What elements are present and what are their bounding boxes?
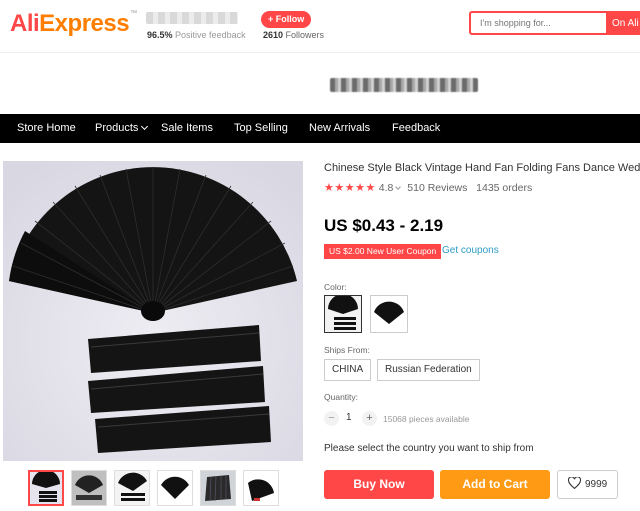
ships-from-russia[interactable]: Russian Federation <box>377 359 480 381</box>
store-banner <box>0 54 640 114</box>
positive-feedback: 96.5% Positive feedback <box>147 30 246 40</box>
nav-feedback[interactable]: Feedback <box>392 114 440 143</box>
search-input[interactable] <box>469 11 609 35</box>
follow-button[interactable]: + Follow <box>261 11 312 28</box>
reviews-count[interactable]: 510 Reviews <box>407 182 467 194</box>
star-rating-icon: ★★★★★ <box>324 182 376 194</box>
store-name-blurred[interactable] <box>146 12 238 24</box>
quantity-value[interactable]: 1 <box>346 412 352 423</box>
color-swatch-1[interactable] <box>324 295 362 333</box>
store-nav: Store Home Products Sale Items Top Selli… <box>0 114 640 143</box>
followers-count: 2610 Followers <box>263 30 325 40</box>
rating-row: ★★★★★ 4.8 510 Reviews 1435 orders <box>324 181 532 194</box>
get-coupons-link[interactable]: Get coupons <box>442 245 499 256</box>
heart-icon <box>567 476 582 490</box>
thumbnail-3[interactable] <box>114 470 150 506</box>
quantity-label: Quantity: <box>324 392 359 402</box>
color-label: Color: <box>324 282 347 292</box>
search-button[interactable]: On Ali <box>606 11 640 35</box>
chevron-down-icon[interactable] <box>395 184 402 190</box>
ships-from-china[interactable]: CHINA <box>324 359 372 381</box>
thumbnail-5[interactable] <box>200 470 236 506</box>
new-user-coupon-badge[interactable]: US $2.00 New User Coupon <box>324 244 442 259</box>
thumbnail-4[interactable] <box>157 470 193 506</box>
store-banner-title-blurred <box>330 78 478 92</box>
wishlist-count: 9999 <box>585 479 608 490</box>
thumbnail-1[interactable] <box>28 470 64 506</box>
aliexpress-logo[interactable]: AliExpress™ <box>10 10 137 38</box>
price-range: US $0.43 - 2.19 <box>324 216 444 235</box>
site-header: AliExpress™ 96.5% Positive feedback + Fo… <box>0 0 640 53</box>
thumbnail-6[interactable] <box>243 470 279 506</box>
wishlist-button[interactable]: 9999 <box>557 470 618 499</box>
available-stock: 15068 pieces available <box>383 414 470 424</box>
shipping-message: Please select the country you want to sh… <box>324 443 534 454</box>
nav-products[interactable]: Products <box>95 114 149 143</box>
color-swatch-2[interactable] <box>370 295 408 333</box>
thumbnail-2[interactable] <box>71 470 107 506</box>
product-main-image[interactable] <box>3 161 303 461</box>
chevron-down-icon <box>141 122 149 131</box>
buy-now-button[interactable]: Buy Now <box>324 470 434 499</box>
nav-new-arrivals[interactable]: New Arrivals <box>309 114 370 143</box>
product-title: Chinese Style Black Vintage Hand Fan Fol… <box>324 162 640 174</box>
nav-sale-items[interactable]: Sale Items <box>161 114 213 143</box>
orders-count: 1435 orders <box>476 182 533 194</box>
quantity-increase-button[interactable]: + <box>362 411 377 426</box>
nav-top-selling[interactable]: Top Selling <box>234 114 288 143</box>
ships-from-label: Ships From: <box>324 345 370 355</box>
quantity-decrease-button[interactable]: − <box>324 411 339 426</box>
add-to-cart-button[interactable]: Add to Cart <box>440 470 550 499</box>
folding-fan-image <box>3 161 303 461</box>
rating-value: 4.8 <box>378 182 394 194</box>
nav-store-home[interactable]: Store Home <box>17 114 76 143</box>
